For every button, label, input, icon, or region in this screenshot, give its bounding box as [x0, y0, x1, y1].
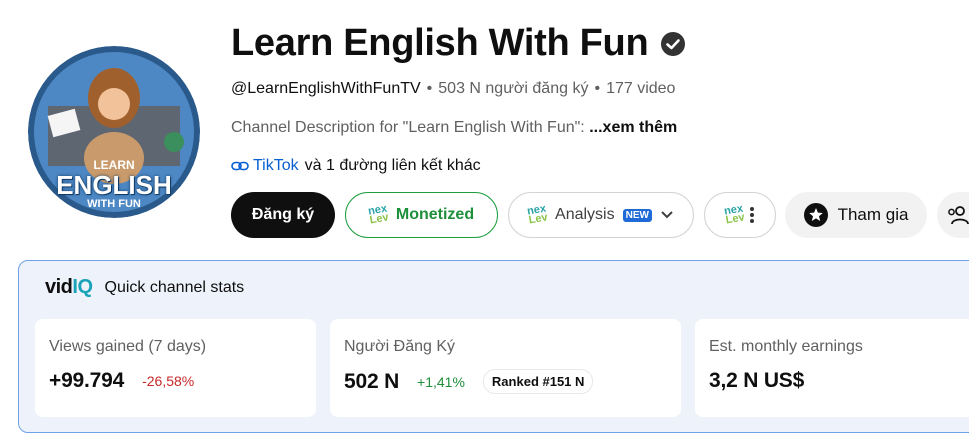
- chevron-down-icon: [661, 211, 673, 219]
- vidiq-stats-panel: vidIQ Quick channel stats Views gained (…: [18, 260, 969, 433]
- community-button[interactable]: [937, 192, 969, 238]
- stat-card-subscribers: Người Đăng Ký 502 N +1,41% Ranked #151 N: [330, 319, 681, 417]
- stat-row: 3,2 N US$: [709, 369, 804, 393]
- people-icon: [948, 206, 969, 225]
- nexlev-bottom: Lev: [368, 211, 390, 227]
- vidiq-logo-a: vid: [45, 276, 73, 298]
- channel-title: Learn English With Fun: [231, 22, 686, 65]
- stat-change-badge: +1,41%: [417, 373, 465, 390]
- panel-header: vidIQ Quick channel stats: [45, 276, 244, 299]
- link-icon: [231, 161, 249, 171]
- video-count: 177 video: [606, 80, 676, 97]
- analysis-button[interactable]: nex Lev Analysis NEW: [508, 192, 694, 238]
- description-text: Channel Description for "Learn English W…: [231, 119, 585, 136]
- tiktok-link[interactable]: TikTok: [231, 157, 299, 175]
- rank-badge: Ranked #151 N: [482, 369, 594, 394]
- channel-name: Learn English With Fun: [231, 22, 649, 64]
- avatar-text-english: ENGLISH: [56, 170, 172, 200]
- monetized-label: Monetized: [395, 206, 475, 223]
- stat-row: +99.794 -26,58%: [49, 369, 202, 393]
- nexlev-logo-icon: nex Lev: [526, 203, 549, 227]
- stat-card-views: Views gained (7 days) +99.794 -26,58%: [35, 319, 316, 417]
- meta-separator: •: [594, 80, 601, 97]
- meta-separator: •: [426, 80, 433, 97]
- nexlev-logo-icon: nex Lev: [367, 203, 390, 227]
- nexlev-bottom: Lev: [527, 211, 549, 227]
- nexlev-logo-icon: nex Lev: [723, 203, 746, 227]
- join-button[interactable]: Tham gia: [785, 192, 927, 238]
- stat-value: 3,2 N US$: [709, 369, 805, 392]
- tiktok-link-label: TikTok: [253, 157, 299, 174]
- channel-links[interactable]: TikTok và 1 đường liên kết khác: [231, 157, 481, 175]
- more-links-label[interactable]: và 1 đường liên kết khác: [305, 157, 481, 175]
- monetized-button[interactable]: nex Lev Monetized: [345, 192, 498, 238]
- channel-handle: @LearnEnglishWithFunTV: [231, 80, 421, 97]
- subscribe-button[interactable]: Đăng ký: [231, 192, 335, 238]
- star-badge-icon: [803, 203, 828, 227]
- stat-label: Người Đăng Ký: [344, 338, 456, 355]
- stat-card-earnings: Est. monthly earnings 3,2 N US$: [695, 319, 969, 417]
- join-label: Tham gia: [837, 205, 909, 224]
- channel-avatar[interactable]: LEARN ENGLISH WITH FUN: [28, 46, 200, 218]
- stat-value: 502 N: [344, 369, 400, 393]
- more-vertical-icon: [750, 207, 755, 223]
- stat-label: Est. monthly earnings: [709, 338, 863, 355]
- subscriber-count: 503 N người đăng ký: [438, 80, 589, 97]
- show-more-link[interactable]: ...xem thêm: [589, 119, 677, 136]
- channel-description[interactable]: Channel Description for "Learn English W…: [231, 119, 677, 137]
- stat-label: Views gained (7 days): [49, 338, 207, 355]
- channel-meta: @LearnEnglishWithFunTV • 503 N người đăng …: [231, 80, 675, 98]
- stat-row: 502 N +1,41% Ranked #151 N: [344, 369, 594, 394]
- new-badge: NEW: [622, 208, 652, 222]
- stat-change-badge: -26,58%: [142, 373, 195, 389]
- analysis-label: Analysis: [555, 206, 615, 223]
- stat-value: +99.794: [49, 369, 125, 392]
- vidiq-logo: vidIQ: [45, 276, 93, 299]
- avatar-text-withfun: WITH FUN: [87, 198, 141, 210]
- vidiq-logo-b: IQ: [72, 276, 93, 298]
- nexlev-more-button[interactable]: nex Lev: [704, 192, 776, 238]
- verified-badge-icon: [661, 31, 686, 56]
- panel-title: Quick channel stats: [104, 278, 245, 296]
- nexlev-bottom: Lev: [724, 211, 746, 227]
